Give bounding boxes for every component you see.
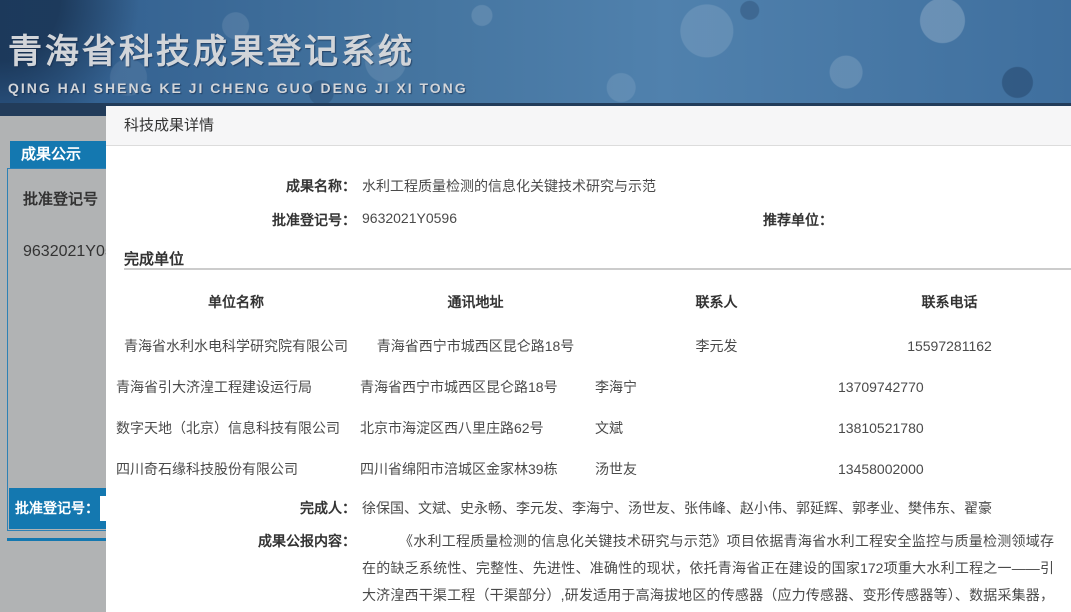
section-divider — [124, 268, 1071, 270]
cell-unit-name: 青海省水利水电科学研究院有限公司 — [124, 338, 348, 354]
table-row: 四川奇石缘科技股份有限公司 四川省绵阳市涪城区金家林39栋 汤世友 134580… — [116, 449, 1061, 490]
cell-phone: 13810521780 — [838, 420, 924, 436]
cell-address: 四川省绵阳市涪城区金家林39栋 — [360, 461, 558, 477]
cell-phone: 15597281162 — [907, 338, 992, 354]
sidebar-list-box: 批准登记号 9632021Y0596 批准登记号： — [7, 168, 136, 531]
panel-title: 科技成果详情 — [106, 106, 1071, 146]
col-header-unit-name: 单位名称 — [208, 294, 264, 310]
registration-number-label: 批准登记号： — [272, 212, 356, 228]
section-title-completing-units: 完成单位 — [124, 251, 185, 268]
cell-address: 青海省西宁市城西区昆仑路18号 — [376, 338, 575, 354]
col-header-address: 通讯地址 — [447, 294, 504, 310]
cell-unit-name: 四川奇石缘科技股份有限公司 — [116, 461, 298, 477]
cell-contact: 文斌 — [595, 420, 623, 436]
completers-label: 完成人： — [300, 500, 356, 516]
sidebar-list-header: 批准登记号 — [23, 191, 99, 208]
sidebar-divider — [7, 538, 107, 541]
table-row: 数字天地（北京）信息科技有限公司 北京市海淀区西八里庄路62号 文斌 13810… — [116, 408, 1061, 449]
col-header-phone: 联系电话 — [921, 294, 978, 310]
cell-unit-name: 青海省引大济湟工程建设运行局 — [116, 379, 312, 395]
col-header-contact: 联系人 — [695, 294, 738, 310]
bulletin-label: 成果公报内容： — [258, 533, 356, 549]
table-row: 青海省引大济湟工程建设运行局 青海省西宁市城西区昆仑路18号 李海宁 13709… — [116, 367, 1061, 408]
cell-phone: 13709742770 — [838, 379, 924, 395]
achievement-name-label: 成果名称： — [286, 178, 356, 194]
cell-contact: 李海宁 — [595, 379, 637, 395]
cell-address: 北京市海淀区西八里庄路62号 — [360, 420, 544, 436]
registration-number-value: 9632021Y0596 — [362, 210, 457, 226]
app-banner: 青海省科技成果登记系统 QING HAI SHENG KE JI CHENG G… — [0, 0, 1071, 103]
recommend-unit-label: 推荐单位： — [763, 212, 833, 228]
cell-contact: 汤世友 — [595, 461, 637, 477]
cell-address: 青海省西宁市城西区昆仑路18号 — [360, 379, 558, 395]
cell-unit-name: 数字天地（北京）信息科技有限公司 — [116, 420, 340, 436]
table-row: 青海省水利水电科学研究院有限公司 青海省西宁市城西区昆仑路18号 李元发 155… — [116, 326, 1061, 367]
cell-contact: 李元发 — [695, 338, 738, 354]
sidebar-search-bar: 批准登记号： — [9, 488, 136, 529]
units-table-header: 单位名称 通讯地址 联系人 联系电话 — [116, 292, 1061, 312]
cell-phone: 13458002000 — [838, 461, 924, 477]
completers-value: 徐保国、文斌、史永畅、李元发、李海宁、汤世友、张伟峰、赵小伟、郭延辉、郭孝业、樊… — [362, 500, 992, 516]
bulletin-value: 《水利工程质量检测的信息化关键技术研究与示范》项目依据青海省水利工程安全监控与质… — [362, 533, 1054, 603]
achievement-name-value: 水利工程质量检测的信息化关键技术研究与示范 — [362, 178, 656, 194]
units-table: 青海省水利水电科学研究院有限公司 青海省西宁市城西区昆仑路18号 李元发 155… — [116, 326, 1061, 490]
detail-panel: 科技成果详情 成果名称： 水利工程质量检测的信息化关键技术研究与示范 批准登记号… — [106, 106, 1071, 612]
app-title: 青海省科技成果登记系统 — [8, 33, 415, 71]
app-subtitle: QING HAI SHENG KE JI CHENG GUO DENG JI X… — [8, 80, 468, 96]
sidebar-tab-achievement-publicity[interactable]: 成果公示 — [10, 141, 120, 168]
